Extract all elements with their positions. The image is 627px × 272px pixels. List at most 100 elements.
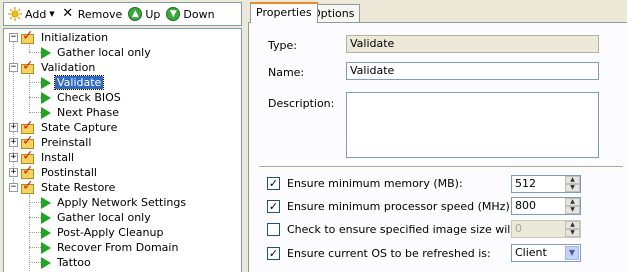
down-button[interactable]: ▼ Down: [166, 7, 215, 21]
tree-step[interactable]: Post-Apply Cleanup: [41, 225, 165, 240]
expand-icon[interactable]: +: [9, 168, 18, 177]
tree-group-validation[interactable]: − ✓ Validation: [9, 57, 97, 75]
add-button[interactable]: Add ▼: [8, 7, 55, 21]
remove-button[interactable]: ✕ Remove: [61, 7, 123, 21]
tree-item-label: Post-Apply Cleanup: [57, 226, 164, 239]
tree-step[interactable]: Next Phase: [41, 105, 121, 120]
min-memory-spinner[interactable]: 512 ▲ ▼: [511, 175, 581, 193]
spinner-value: 800: [515, 199, 536, 212]
image-size-spinner: 0 ▲ ▼: [511, 220, 581, 238]
green-play-icon: [41, 76, 51, 89]
dropdown-value: Client: [515, 246, 547, 259]
spin-down-icon[interactable]: ▼: [565, 184, 580, 192]
green-play-icon: [41, 256, 51, 269]
remove-label: Remove: [77, 7, 123, 21]
tab-label: Options: [312, 7, 355, 20]
tree-step[interactable]: Apply Network Settings: [41, 195, 188, 210]
add-sun-icon: [8, 7, 22, 21]
folder-check-icon: ✓: [21, 57, 34, 74]
description-label: Description:: [268, 97, 335, 110]
collapse-icon[interactable]: −: [9, 183, 18, 192]
spin-up-icon[interactable]: ▲: [565, 198, 580, 206]
type-field: Validate: [346, 35, 599, 53]
task-sequence-tree: − ✓ Initialization Gather local only − ✓…: [3, 28, 242, 272]
tree-step-selected[interactable]: Validate: [41, 75, 105, 90]
green-play-icon: [41, 241, 51, 254]
task-sequence-pane: Add ▼ ✕ Remove ▲ Up ▼ Down − ✓ Initializ…: [0, 0, 244, 272]
expand-icon[interactable]: +: [9, 123, 18, 132]
tree-step[interactable]: Gather local only: [41, 45, 153, 60]
current-os-dropdown[interactable]: Client ▼: [511, 244, 581, 262]
tree-item-label: Postinstall: [41, 166, 97, 179]
spinner-value: 0: [515, 222, 522, 235]
folder-check-icon: ✓: [21, 162, 34, 179]
expand-icon[interactable]: +: [9, 138, 18, 147]
tree-item-label: State Capture: [41, 121, 118, 134]
tree-group-initialization[interactable]: − ✓ Initialization: [9, 28, 110, 45]
tree-group-install[interactable]: + ✓ Install: [9, 147, 76, 165]
type-label: Type:: [268, 39, 297, 52]
tree-item-label: Check BIOS: [57, 91, 121, 104]
type-value: Validate: [350, 37, 395, 50]
tree-step[interactable]: Gather local only: [41, 210, 153, 225]
description-field[interactable]: [346, 92, 599, 158]
tree-step[interactable]: Tattoo: [41, 255, 93, 270]
green-play-icon: [41, 196, 51, 209]
tree-item-label: Gather local only: [57, 46, 151, 59]
tree-item-label: Recover From Domain: [57, 241, 179, 254]
name-value: Validate: [350, 64, 395, 77]
up-button[interactable]: ▲ Up: [128, 7, 160, 21]
tree-item-label: Preinstall: [41, 136, 92, 149]
toolbar: Add ▼ ✕ Remove ▲ Up ▼ Down: [3, 2, 242, 26]
down-label: Down: [183, 7, 215, 21]
name-field[interactable]: Validate: [346, 62, 599, 80]
add-label: Add: [25, 7, 47, 21]
min-memory-label: Ensure minimum memory (MB):: [287, 177, 463, 190]
folder-check-icon: ✓: [21, 117, 34, 134]
tree-step[interactable]: Check BIOS: [41, 90, 123, 105]
collapse-icon[interactable]: −: [9, 63, 18, 72]
green-play-icon: [41, 226, 51, 239]
tab-label: Properties: [256, 6, 312, 19]
image-size-checkbox[interactable]: [267, 223, 280, 236]
tree-item-label: Initialization: [41, 31, 109, 44]
tree-item-label: Apply Network Settings: [57, 196, 187, 209]
green-play-icon: [41, 106, 51, 119]
spin-down-icon[interactable]: ▼: [565, 206, 580, 214]
collapse-icon[interactable]: −: [9, 33, 18, 42]
min-processor-checkbox[interactable]: [267, 200, 280, 213]
tree-item-label: Tattoo: [57, 256, 91, 269]
folder-check-icon: ✓: [21, 177, 34, 194]
tree-item-label: State Restore: [41, 181, 116, 194]
up-arrow-icon: ▲: [128, 7, 143, 21]
chevron-down-icon[interactable]: ▼: [565, 246, 579, 260]
name-label: Name:: [268, 66, 305, 79]
tree-item-label: Next Phase: [57, 106, 119, 119]
tree-group-state-restore[interactable]: − ✓ State Restore: [9, 177, 117, 195]
min-processor-spinner[interactable]: 800 ▲ ▼: [511, 197, 581, 215]
tree-item-label: Install: [41, 151, 75, 164]
tree-item-label: Gather local only: [57, 211, 151, 224]
min-memory-checkbox[interactable]: [267, 177, 280, 190]
green-play-icon: [41, 46, 51, 59]
up-label: Up: [145, 7, 161, 21]
spin-down-icon: ▼: [565, 229, 580, 237]
expand-icon[interactable]: +: [9, 153, 18, 162]
tree-item-label: Validation: [41, 61, 96, 74]
green-play-icon: [41, 91, 51, 104]
tree-item-label: Validate: [53, 75, 105, 90]
current-os-label: Ensure current OS to be refreshed is:: [287, 247, 491, 260]
tree-step[interactable]: Recover From Domain: [41, 240, 180, 255]
folder-check-icon: ✓: [21, 147, 34, 164]
chevron-down-icon: ▼: [49, 10, 55, 18]
folder-check-icon: ✓: [21, 28, 34, 44]
spin-up-icon: ▲: [565, 221, 580, 229]
tab-properties[interactable]: Properties: [250, 2, 318, 23]
properties-panel: Type: Validate Name: Validate Descriptio…: [248, 22, 627, 272]
min-processor-label: Ensure minimum processor speed (MHz):: [287, 200, 514, 213]
spinner-value: 512: [515, 177, 536, 190]
divider: [259, 166, 623, 168]
down-arrow-icon: ▼: [166, 7, 181, 21]
spin-up-icon[interactable]: ▲: [565, 176, 580, 184]
current-os-checkbox[interactable]: [267, 247, 280, 260]
